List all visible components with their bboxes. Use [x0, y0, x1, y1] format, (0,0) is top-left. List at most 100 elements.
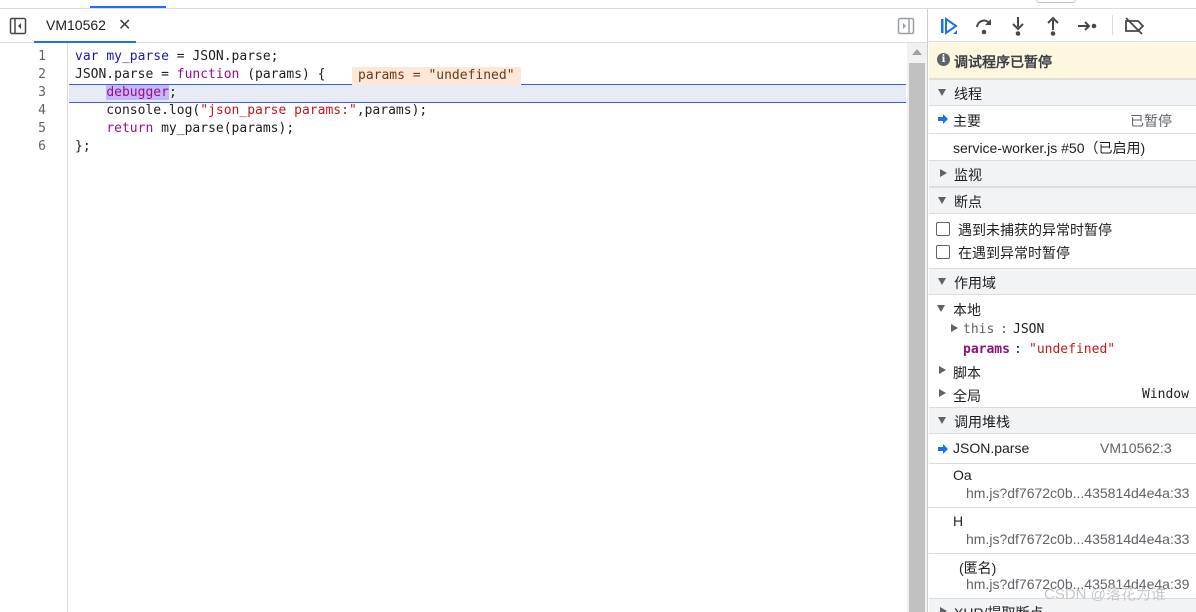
code-line-5: return my_parse(params);	[75, 120, 294, 138]
editor-tabbar: VM10562 ✕	[0, 9, 927, 43]
frame-location[interactable]: VM10562:3	[1100, 440, 1172, 456]
scope-script[interactable]: 脚本	[929, 360, 1196, 382]
scope-local[interactable]: 本地	[929, 297, 1196, 319]
option-label: 在遇到异常时暂停	[958, 245, 1070, 261]
line-number[interactable]: 4	[0, 102, 46, 120]
step-icon[interactable]	[1076, 15, 1098, 37]
property-key: params	[963, 342, 1010, 357]
section-call-stack[interactable]: 调用堆栈	[929, 407, 1196, 434]
expand-icon	[938, 417, 946, 424]
thread-main[interactable]: 主要 已暂停	[929, 106, 1196, 133]
scope-this[interactable]: this : JSON	[929, 320, 1196, 340]
expand-icon	[937, 305, 945, 312]
section-title: 断点	[954, 194, 982, 210]
code-text: = JSON.parse;	[168, 49, 279, 64]
code-area[interactable]: var my_parse = JSON.parse; JSON.parse = …	[69, 43, 906, 612]
line-number[interactable]: 6	[0, 138, 46, 156]
code-text: ;	[168, 85, 177, 100]
scope-label: 本地	[953, 302, 981, 318]
frame-name: JSON.parse	[953, 440, 1030, 456]
thread-status: 已暂停	[1130, 113, 1172, 129]
paused-line-highlight	[69, 84, 906, 103]
pause-caught-checkbox[interactable]	[936, 245, 950, 259]
debugger-keyword: debugger	[106, 85, 169, 100]
line-number-gutter[interactable]: 1 2 3 4 5 6	[0, 43, 68, 612]
code-text: JSON.parse =	[75, 67, 177, 82]
pause-uncaught-option[interactable]: 遇到未捕获的异常时暂停	[929, 217, 1196, 239]
inline-value-hint: params = "undefined"	[352, 67, 521, 85]
scroll-up-arrow-icon[interactable]	[912, 49, 922, 55]
tab-label: VM10562	[46, 17, 106, 33]
section-watch[interactable]: 监视	[929, 160, 1196, 187]
property-key: this	[963, 322, 995, 337]
section-title: 调用堆栈	[954, 414, 1010, 430]
debugger-sidebar: i 调试程序已暂停 线程 主要 已暂停 service-worker.js #5…	[929, 9, 1196, 612]
tab-vm10562[interactable]: VM10562 ✕	[34, 9, 136, 43]
code-text: my_parse(params);	[153, 121, 295, 136]
pause-caught-option[interactable]: 在遇到异常时暂停	[929, 240, 1196, 262]
frame-location[interactable]: hm.js?df7672c0b...435814d4e4a:33	[966, 485, 1189, 501]
keyword: return	[106, 121, 154, 136]
pause-uncaught-checkbox[interactable]	[936, 222, 950, 236]
section-threads[interactable]: 线程	[929, 79, 1196, 106]
resume-icon[interactable]	[938, 15, 960, 37]
expand-icon	[938, 278, 946, 285]
scrollbar-thumb[interactable]	[909, 63, 925, 612]
code-line-3: debugger;	[75, 84, 177, 102]
deactivate-breakpoints-icon[interactable]	[1123, 15, 1145, 37]
current-frame-arrow-icon	[938, 444, 948, 454]
thread-name: 主要	[953, 113, 981, 129]
call-frame[interactable]: JSON.parse VM10562:3	[929, 435, 1196, 463]
close-icon[interactable]: ✕	[118, 15, 131, 35]
line-number[interactable]: 5	[0, 120, 46, 138]
code-text: (params) {	[239, 67, 326, 82]
watermark: CSDN @落花为谁	[1044, 586, 1166, 603]
scope-label: 脚本	[953, 365, 981, 381]
step-into-icon[interactable]	[1007, 15, 1029, 37]
line-number[interactable]: 1	[0, 48, 46, 66]
collapsed-icon	[951, 324, 958, 332]
option-label: 遇到未捕获的异常时暂停	[958, 222, 1112, 238]
line-number[interactable]: 3	[0, 84, 46, 102]
property-colon: :	[1000, 322, 1008, 337]
section-title: 作用域	[954, 275, 996, 291]
line-number[interactable]: 2	[0, 66, 46, 84]
step-out-icon[interactable]	[1042, 15, 1064, 37]
frame-name: Oa	[953, 467, 972, 483]
keyword: var	[75, 49, 99, 64]
debugger-toolbar	[929, 9, 1196, 42]
property-colon: :	[1014, 342, 1022, 357]
collapsed-icon	[940, 607, 947, 612]
info-icon: i	[937, 53, 950, 66]
scope-params[interactable]: params : "undefined"	[929, 340, 1196, 360]
active-panel-indicator	[90, 6, 166, 8]
top-strip	[0, 0, 1196, 9]
thread-service-worker[interactable]: service-worker.js #50（已启用)	[929, 134, 1196, 160]
code-line-1: var my_parse = JSON.parse;	[75, 48, 279, 66]
frame-location[interactable]: hm.js?df7672c0b...435814d4e4a:33	[966, 531, 1189, 547]
section-title: XHR/提取断点	[954, 603, 1043, 612]
section-title: 线程	[954, 86, 982, 102]
expand-icon	[938, 197, 946, 204]
section-breakpoints[interactable]: 断点	[929, 187, 1196, 214]
source-editor: VM10562 ✕ 1 2 3 4 5 6 var my_parse = JSO…	[0, 9, 928, 612]
step-over-icon[interactable]	[973, 15, 995, 37]
scope-global[interactable]: 全局 Window	[929, 383, 1196, 405]
call-frame[interactable]: H hm.js?df7672c0b...435814d4e4a:33	[929, 508, 1196, 553]
property-value: "undefined"	[1029, 342, 1116, 357]
string-literal: "json_parse params:"	[200, 103, 357, 118]
code-line-4: console.log("json_parse params:",params)…	[75, 102, 427, 120]
property-value: JSON	[1013, 322, 1045, 337]
toggle-navigator-icon[interactable]	[9, 17, 27, 35]
code-line-2: JSON.parse = function (params) {	[75, 66, 325, 84]
paused-status: 调试程序已暂停	[954, 54, 1052, 70]
toggle-debugger-sidebar-icon[interactable]	[897, 17, 915, 35]
scope-label: 全局	[953, 388, 981, 404]
current-thread-arrow-icon	[938, 114, 948, 124]
collapsed-icon	[940, 169, 947, 177]
code-line-6: };	[75, 139, 91, 154]
code-text: ,params);	[356, 103, 428, 118]
call-frame[interactable]: Oa hm.js?df7672c0b...435814d4e4a:33	[929, 464, 1196, 507]
section-scope[interactable]: 作用域	[929, 268, 1196, 295]
vertical-scrollbar[interactable]	[907, 43, 927, 612]
